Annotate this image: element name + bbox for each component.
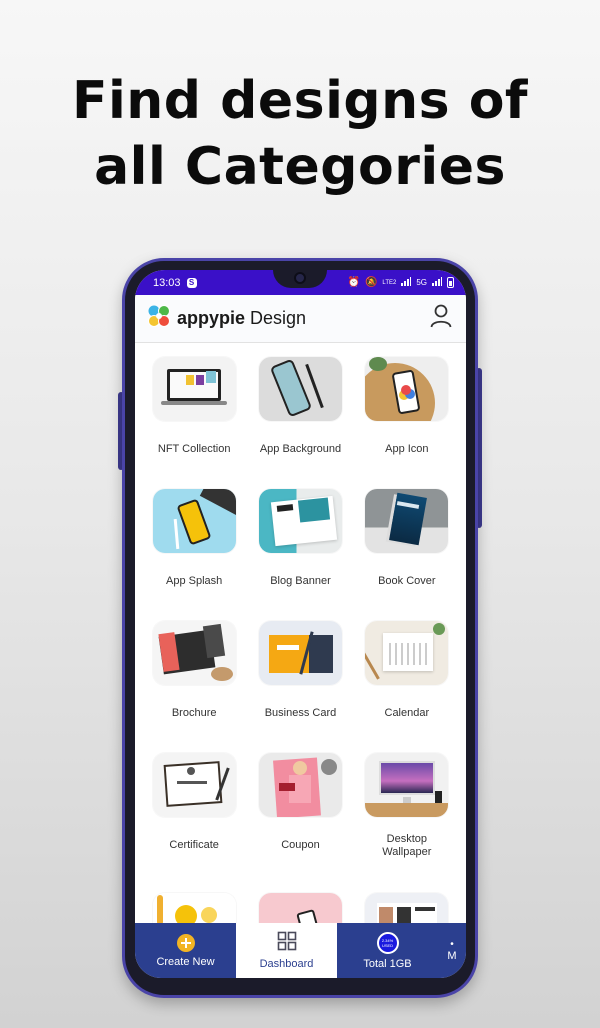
category-label: App Icon [385, 443, 429, 455]
category-item[interactable]: Book Cover [364, 489, 450, 621]
mute-icon: 🔕 [364, 277, 378, 288]
category-label: Blog Banner [270, 575, 331, 587]
category-item[interactable]: Desktop Wallpaper [364, 753, 450, 893]
brand-name: appypie Design [177, 308, 307, 328]
category-label: Certificate [169, 839, 219, 851]
nav-dashboard-label: Dashboard [259, 958, 314, 970]
headline-line-1: Find designs of [71, 71, 529, 131]
nav-more-label: M [447, 950, 457, 962]
nav-dashboard[interactable]: Dashboard [236, 923, 337, 978]
category-item[interactable]: Calendar [364, 621, 450, 753]
signal-icon [401, 277, 412, 288]
headline: Find designs of all Categories [0, 68, 600, 200]
status-bar: 13:03 S ⏰ 🔕 LTE2 5G [135, 270, 466, 295]
appypie-logo-icon [147, 304, 171, 333]
status-time: 13:03 [153, 276, 181, 289]
category-label: Brochure [171, 707, 217, 719]
category-item[interactable]: App Splash [151, 489, 237, 621]
category-thumbnail [258, 753, 342, 817]
category-thumbnail [365, 621, 449, 685]
category-item[interactable]: Brochure [151, 621, 237, 753]
app-bar: appypie Design [135, 295, 466, 343]
storage-usage-icon: 2.34% USED [376, 931, 399, 954]
plus-circle-icon [176, 933, 195, 952]
category-item[interactable]: App Icon [364, 357, 450, 489]
category-item[interactable]: NFT Collection [151, 357, 237, 489]
network-type: 5G [416, 278, 427, 287]
category-label: Coupon [281, 839, 320, 851]
phone-screen: 13:03 S ⏰ 🔕 LTE2 5G appypie Design NFT C… [135, 270, 466, 978]
category-label: Calendar [384, 707, 430, 719]
category-label: Business Card [264, 707, 337, 719]
nav-create-new[interactable]: Create New [135, 923, 236, 978]
category-label: App Splash [166, 575, 223, 587]
user-icon[interactable] [430, 304, 452, 333]
category-item[interactable]: Blog Banner [257, 489, 343, 621]
volte-icon: LTE2 [382, 279, 397, 286]
category-thumbnail [152, 621, 236, 685]
category-label: Desktop Wallpaper [382, 833, 432, 858]
battery-icon [447, 277, 454, 288]
signal-icon-2 [432, 277, 442, 288]
nav-total-storage-label: Total 1GB [363, 957, 412, 970]
nav-more[interactable]: • M [438, 923, 466, 978]
brand[interactable]: appypie Design [147, 304, 306, 333]
dot-icon: • [450, 939, 454, 950]
category-thumbnail [365, 753, 449, 817]
camera-icon [294, 272, 306, 284]
category-thumbnail [152, 357, 236, 421]
headline-line-2: all Categories [94, 137, 506, 197]
category-thumbnail [152, 489, 236, 553]
category-label: App Background [259, 443, 342, 455]
category-thumbnail [258, 357, 342, 421]
category-item[interactable]: Coupon [257, 753, 343, 893]
category-thumbnail [365, 357, 449, 421]
category-item[interactable]: Certificate [151, 753, 237, 893]
s-app-icon: S [186, 277, 197, 288]
nav-total-storage[interactable]: 2.34% USED Total 1GB [337, 923, 438, 978]
category-label: Book Cover [378, 575, 436, 587]
category-grid: NFT Collection App Background App Icon App … [135, 343, 466, 978]
nav-create-new-label: Create New [156, 955, 215, 968]
category-item[interactable]: App Background [257, 357, 343, 489]
category-thumbnail [258, 621, 342, 685]
bottom-navigation: Create New Dashboard 2.34% USED Total 1G… [135, 923, 466, 978]
category-thumbnail [152, 753, 236, 817]
alarm-icon: ⏰ [347, 277, 360, 288]
category-thumbnail [365, 489, 449, 553]
grid-icon [277, 931, 297, 954]
category-thumbnail [258, 489, 342, 553]
category-item[interactable]: Business Card [257, 621, 343, 753]
category-label: NFT Collection [157, 443, 231, 455]
